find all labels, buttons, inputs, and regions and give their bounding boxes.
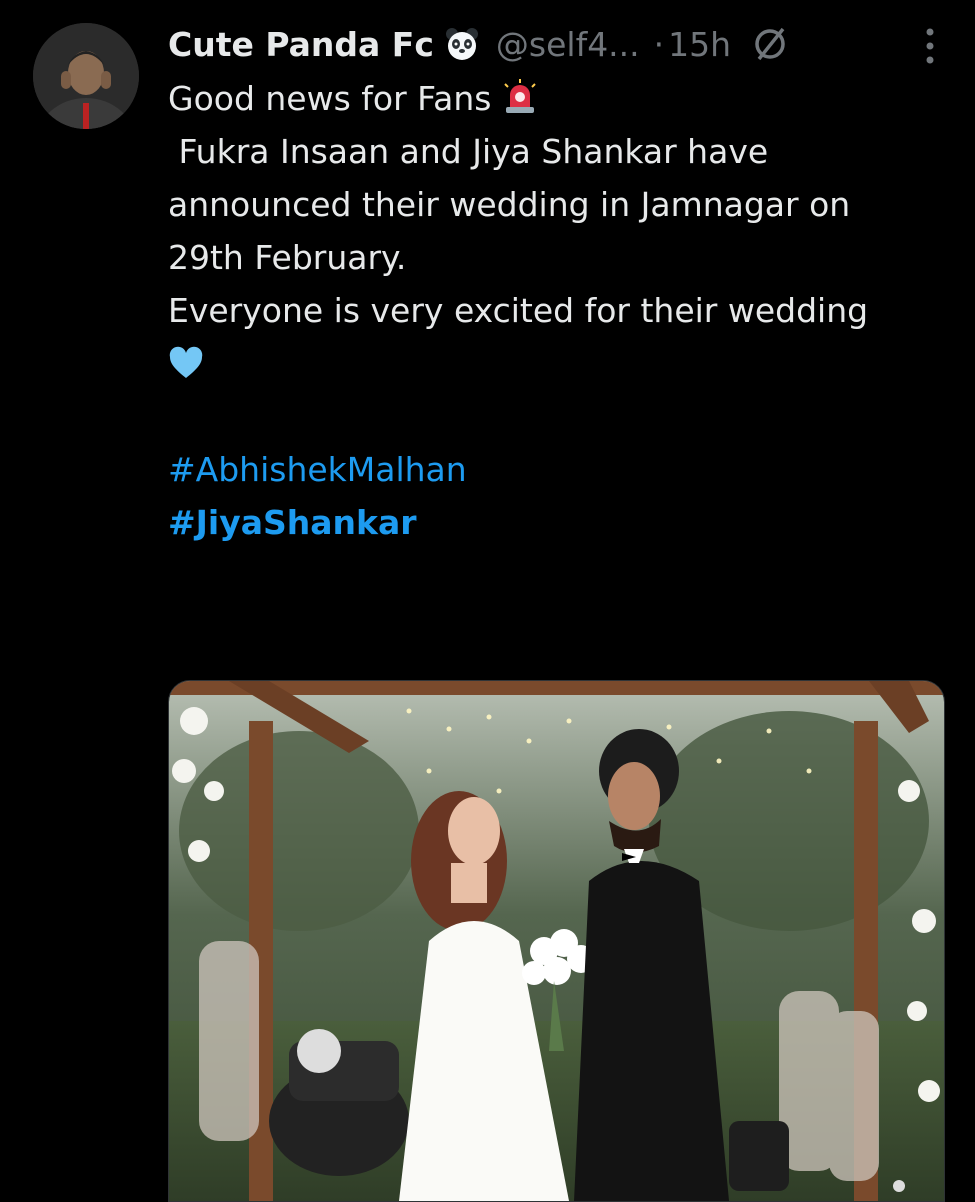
grok-icon[interactable] [751, 25, 789, 63]
tweet-header: Cute Panda Fc @self4... · 15h [168, 18, 955, 70]
handle[interactable]: @self4... [496, 25, 640, 64]
tweet-line [168, 390, 958, 443]
light-blue-heart-emoji-icon [169, 346, 203, 378]
tweet-text: Good news for Fans Fukra Insaan and Jiya… [168, 72, 958, 549]
tweet-line: Everyone is very excited for their weddi… [168, 291, 869, 330]
hashtag-abhishekmalhan[interactable]: #AbhishekMalhan [168, 443, 958, 496]
tweet-line: Fukra Insaan and Jiya Shankar have [168, 132, 769, 171]
tweet-line [168, 337, 958, 390]
panda-emoji-icon [445, 28, 478, 60]
timestamp[interactable]: 15h [668, 25, 731, 64]
more-vertical-icon[interactable] [925, 26, 935, 66]
avatar-image [33, 23, 139, 129]
wedding-photo [169, 681, 944, 1201]
tweet-image[interactable] [168, 680, 945, 1202]
siren-emoji-icon [504, 79, 536, 113]
tweet-line: announced their wedding in Jamnagar on [168, 185, 851, 224]
tweet-line: Good news for Fans [168, 72, 958, 125]
separator: · [653, 24, 665, 64]
avatar[interactable] [33, 23, 139, 129]
tweet-line: 29th February. [168, 238, 407, 277]
display-name[interactable]: Cute Panda Fc [168, 25, 434, 64]
hashtag-jiyashankar[interactable]: #JiyaShankar [168, 496, 958, 549]
